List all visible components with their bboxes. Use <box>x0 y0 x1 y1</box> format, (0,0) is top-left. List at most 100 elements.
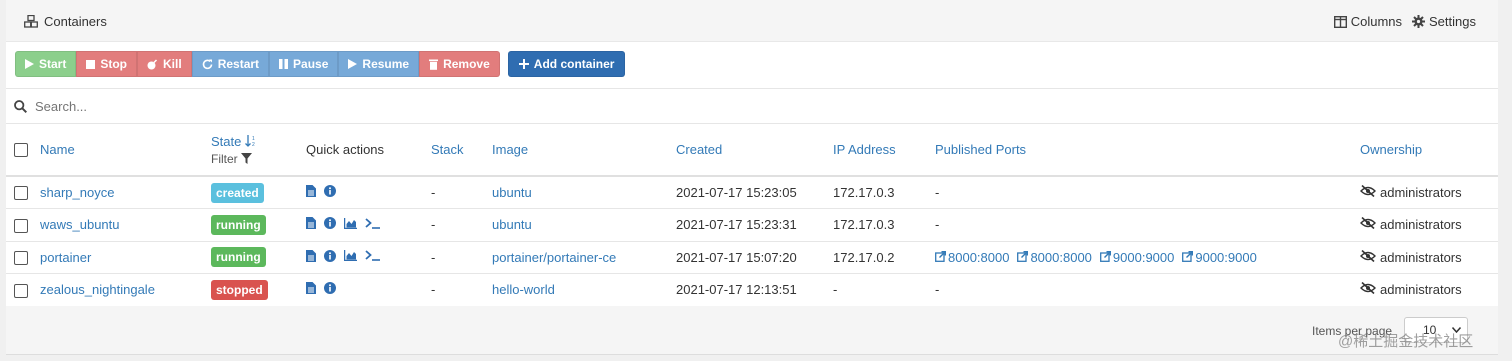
stack-cell: - <box>431 208 492 242</box>
search-bar <box>6 88 1498 124</box>
column-image[interactable]: Image <box>492 124 676 177</box>
console-icon[interactable] <box>365 218 381 229</box>
columns-icon <box>1333 15 1347 28</box>
inspect-icon[interactable] <box>324 185 336 197</box>
port-label: 8000:8000 <box>1030 249 1092 265</box>
logs-icon[interactable] <box>306 282 316 295</box>
row-checkbox[interactable] <box>14 283 28 298</box>
column-stack[interactable]: Stack <box>431 124 492 177</box>
column-created[interactable]: Created <box>676 124 833 177</box>
ports-cell: 8000:8000 8000:8000 9000:9000 9000:9000 <box>935 241 1360 274</box>
containers-panel: Containers Columns Settings Start Stop K… <box>6 0 1498 355</box>
column-state[interactable]: State 12 Filter <box>211 124 306 177</box>
filter-icon <box>240 153 252 164</box>
eye-slash-icon <box>1360 282 1376 297</box>
row-checkbox-cell <box>6 241 40 274</box>
kill-button[interactable]: Kill <box>137 51 192 77</box>
published-port-link[interactable]: 8000:8000 <box>1017 249 1092 265</box>
column-name-label: Name <box>40 142 75 157</box>
action-toolbar: Start Stop Kill Restart Pause Resume Rem… <box>15 51 626 77</box>
search-icon <box>14 99 27 113</box>
pause-button[interactable]: Pause <box>269 51 339 77</box>
state-cell: running <box>211 208 306 242</box>
row-checkbox[interactable] <box>14 251 28 266</box>
image-link[interactable]: portainer/portainer-ce <box>492 241 676 274</box>
row-checkbox[interactable] <box>14 218 28 233</box>
logs-icon[interactable] <box>306 249 316 262</box>
watermark: @稀土掘金技术社区 <box>1338 333 1474 350</box>
ip-cell: - <box>833 273 935 307</box>
eye-slash-icon <box>1360 249 1376 265</box>
column-ownership-label: Ownership <box>1360 142 1423 157</box>
settings-button[interactable]: Settings <box>1412 14 1476 29</box>
published-port-link[interactable]: 8000:8000 <box>935 250 1009 265</box>
select-all-checkbox[interactable] <box>14 143 28 158</box>
port-label: 8000:8000 <box>948 249 1010 265</box>
resume-button[interactable]: Resume <box>338 51 420 77</box>
play-icon <box>25 59 34 69</box>
stats-icon[interactable] <box>344 217 357 229</box>
row-checkbox-cell <box>6 208 40 242</box>
stop-button[interactable]: Stop <box>76 51 138 77</box>
column-ports[interactable]: Published Ports <box>935 124 1360 177</box>
table-row: sharp_noyce created - ubuntu 2021-07-17 15:2… <box>6 176 1498 209</box>
ip-cell: 172.17.0.3 <box>833 176 935 209</box>
inspect-icon[interactable] <box>324 217 336 230</box>
table-row: waws_ubuntu running - ubuntu 2021-07-17 15:2… <box>6 208 1498 242</box>
restart-label: Restart <box>217 57 260 71</box>
resume-label: Resume <box>362 57 410 71</box>
stats-icon[interactable] <box>344 250 357 262</box>
container-name-link[interactable]: zealous_nightingale <box>40 273 211 307</box>
published-port-link[interactable]: 9000:9000 <box>1182 249 1257 265</box>
columns-button[interactable]: Columns <box>1333 14 1402 29</box>
created-cell: 2021-07-17 15:07:20 <box>676 241 833 274</box>
start-button[interactable]: Start <box>15 51 77 77</box>
console-icon[interactable] <box>365 250 381 262</box>
logs-icon[interactable] <box>306 217 316 230</box>
port-label: 9000:9000 <box>1195 249 1257 265</box>
restart-button[interactable]: Restart <box>191 51 270 77</box>
image-link[interactable]: hello-world <box>492 273 676 307</box>
status-badge: created <box>211 182 264 203</box>
column-image-label: Image <box>492 142 529 157</box>
page-title: Containers <box>44 14 107 29</box>
ownership-label: administrators <box>1380 217 1462 233</box>
svg-text:2: 2 <box>252 142 255 147</box>
status-badge: stopped <box>211 279 268 300</box>
quick-actions-cell <box>306 241 431 274</box>
container-name-link[interactable]: waws_ubuntu <box>40 208 211 242</box>
search-input[interactable] <box>35 98 435 114</box>
quick-actions-cell <box>306 208 431 242</box>
container-name-link[interactable]: portainer <box>40 241 211 274</box>
stop-icon <box>86 59 96 69</box>
published-port-link[interactable]: 9000:9000 <box>1099 250 1174 265</box>
container-name-link[interactable]: sharp_noyce <box>40 176 211 209</box>
state-filter[interactable]: Filter <box>211 152 306 166</box>
eye-slash-icon <box>1360 217 1376 232</box>
status-badge: running <box>211 214 266 235</box>
row-checkbox[interactable] <box>14 186 28 201</box>
ports-cell: - <box>935 208 1360 242</box>
table-row: portainer running - portainer/portainer-ce 2… <box>6 241 1498 274</box>
external-link-icon <box>1099 250 1111 265</box>
image-link[interactable]: ubuntu <box>492 176 676 209</box>
ip-cell: 172.17.0.2 <box>833 241 935 274</box>
image-link[interactable]: ubuntu <box>492 208 676 242</box>
state-cell: created <box>211 176 306 209</box>
stack-cell: - <box>431 273 492 307</box>
column-ownership[interactable]: Ownership <box>1360 124 1498 177</box>
inspect-icon[interactable] <box>324 249 336 262</box>
column-name[interactable]: Name <box>40 124 211 177</box>
containers-table: Name State 12 Filter Quick actions Stack… <box>6 124 1498 307</box>
remove-button[interactable]: Remove <box>419 51 500 77</box>
filter-label: Filter <box>211 151 238 166</box>
column-ports-label: Published Ports <box>935 142 1027 157</box>
inspect-icon[interactable] <box>324 282 336 295</box>
add-container-button[interactable]: Add container <box>507 51 626 77</box>
logs-icon[interactable] <box>306 185 316 197</box>
ownership-cell: administrators <box>1360 176 1498 209</box>
external-link-icon <box>935 250 947 265</box>
quick-actions-cell <box>306 176 431 209</box>
table-row: zealous_nightingale stopped - hello-world 20… <box>6 273 1498 307</box>
column-ip[interactable]: IP Address <box>833 124 935 177</box>
